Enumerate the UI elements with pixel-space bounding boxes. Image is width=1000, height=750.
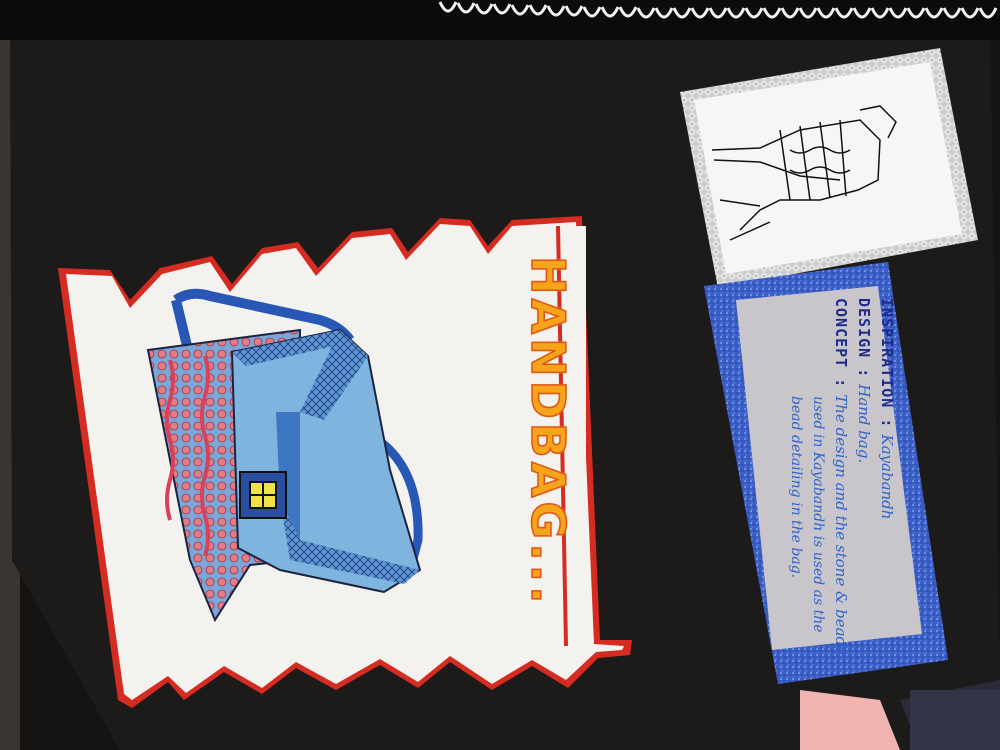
page-title: HANDBAG... (520, 255, 576, 608)
inspiration-line: INSPIRATION : Kayabandh (875, 298, 898, 642)
inspiration-label: INSPIRATION : (878, 298, 896, 429)
concept-line: CONCEPT : The design and the stone & bead… (829, 298, 852, 654)
design-line: DESIGN : Hand bag. (852, 298, 875, 642)
design-label: DESIGN : (855, 298, 873, 379)
concept-value-1: The design and the stone & beads (832, 394, 850, 654)
title-strip: HANDBAG... (518, 232, 578, 632)
info-card: INSPIRATION : Kayabandh DESIGN : Hand bag.… (742, 290, 902, 654)
concept-value-3: bead detailing in the bag. (788, 396, 804, 579)
inspiration-value: Kayabandh (878, 434, 896, 520)
concept-label: CONCEPT : (832, 298, 850, 389)
design-value: Hand bag. (855, 384, 873, 464)
info-card-body: INSPIRATION : Kayabandh DESIGN : Hand bag.… (742, 290, 902, 654)
concept-value-2: used in Kayabandh is used as the (810, 396, 826, 633)
